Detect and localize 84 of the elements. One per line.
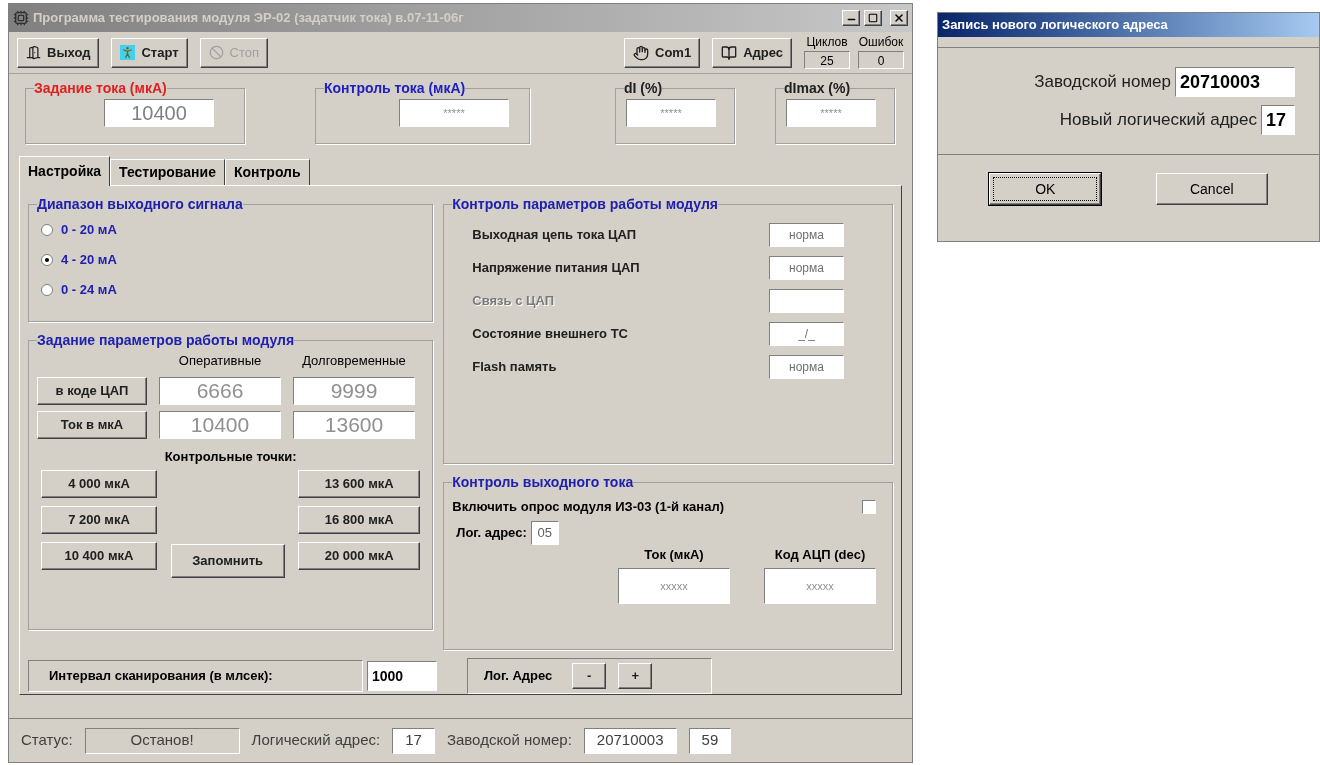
status-label: Статус: xyxy=(21,730,73,751)
tab[interactable]: Тестирование xyxy=(110,159,225,185)
toolbar-button[interactable]: Com1 xyxy=(624,37,701,68)
set-button[interactable]: в коде ЦАП xyxy=(37,376,147,405)
radio-label[interactable]: 4 - 20 мА xyxy=(61,250,117,270)
radio-button[interactable] xyxy=(41,284,53,296)
checkbox[interactable] xyxy=(862,499,876,514)
column-header: Долговременные xyxy=(301,352,407,370)
value-field[interactable] xyxy=(769,289,844,313)
tab[interactable]: Настройка xyxy=(19,156,111,186)
column-header: Ток (мкА) xyxy=(644,545,704,564)
close-button[interactable] xyxy=(890,10,908,26)
step-button[interactable]: + xyxy=(618,663,653,689)
checkpoint-button[interactable]: 16 800 мкА xyxy=(298,506,421,534)
radio-label[interactable]: 0 - 24 мА xyxy=(61,280,117,300)
group-title: dImax (%) xyxy=(784,79,851,98)
checkpoint-button[interactable]: 7 200 мкА xyxy=(41,506,157,534)
value-field[interactable]: 20710003 xyxy=(1175,67,1295,97)
group-title: Диапазон выходного сигнала xyxy=(37,195,243,214)
toolbar-button[interactable]: Адрес xyxy=(712,37,792,68)
radio-label[interactable]: 0 - 20 мА xyxy=(61,220,117,240)
parameter-label: Состояние внешнего ТС xyxy=(472,325,628,344)
minimize-button[interactable] xyxy=(842,10,860,26)
toolbar-button[interactable]: Выход xyxy=(17,37,100,68)
prohibited-icon xyxy=(208,45,224,60)
value-field[interactable]: 10400 xyxy=(104,99,214,127)
value-field[interactable]: 17 xyxy=(1261,105,1295,135)
group-title: dI (%) xyxy=(624,79,663,98)
toolbar-button[interactable]: Старт xyxy=(111,37,188,68)
group-title: Контроль параметров работы модуля xyxy=(452,195,718,214)
value-field[interactable]: норма xyxy=(769,256,844,280)
maximize-icon xyxy=(868,13,878,23)
checkpoints-label: Контрольные точки: xyxy=(163,447,298,466)
radio-button[interactable] xyxy=(41,224,53,236)
parameter-label: Связь с ЦАП xyxy=(472,292,555,311)
counter-value: 25 xyxy=(804,50,850,69)
counter-label: Циклов xyxy=(806,33,848,51)
hand-icon xyxy=(633,44,649,61)
group-title: Контроль тока (мкА) xyxy=(324,79,466,98)
checkpoint-button[interactable]: 4 000 мкА xyxy=(41,470,157,498)
group-title: Контроль выходного тока xyxy=(452,473,634,492)
status-value: Останов! xyxy=(84,727,240,754)
address-panel-label: Лог. Адрес xyxy=(484,667,553,686)
field-label: Новый логический адрес xyxy=(1059,109,1257,132)
value-field[interactable]: норма xyxy=(769,355,844,379)
interval-label: Интервал сканирования (в млсек): xyxy=(28,660,363,692)
checkpoint-button[interactable]: 20 000 мкА xyxy=(298,542,421,570)
door-icon xyxy=(26,45,41,60)
checkpoint-button[interactable]: 13 600 мкА xyxy=(298,470,421,498)
poll-label: Включить опрос модуля ИЗ-03 (1-й канал) xyxy=(452,498,724,516)
dialog-title: Запись нового логического адреса xyxy=(942,16,1168,35)
chip-icon xyxy=(13,10,29,26)
set-button[interactable]: Ток в мкА xyxy=(37,410,147,439)
parameter-label: Выходная цепь тока ЦАП xyxy=(472,226,637,245)
tab[interactable]: Контроль xyxy=(224,159,310,185)
value-field[interactable]: 1000 xyxy=(367,661,437,691)
radio-button[interactable] xyxy=(41,254,53,266)
parameter-label: Напряжение питания ЦАП xyxy=(472,259,640,278)
checkpoint-button[interactable]: 10 400 мкА xyxy=(41,542,157,570)
field-label: Заводской номер xyxy=(1034,71,1171,94)
status-value: 17 xyxy=(392,727,435,754)
status-label: Заводской номер: xyxy=(446,730,572,751)
person-icon xyxy=(120,45,136,60)
group-title: Задание тока (мкА) xyxy=(34,79,167,98)
counter-label: Ошибок xyxy=(858,33,904,51)
close-icon xyxy=(893,12,905,24)
value-field[interactable]: 05 xyxy=(530,520,559,545)
address-label: Лог. адрес: xyxy=(456,523,527,542)
group-title: Задание параметров работы модуля xyxy=(37,331,295,350)
parameter-label: Flash память xyxy=(472,358,557,377)
column-header: Оперативные xyxy=(177,352,263,370)
status-value: 20710003 xyxy=(583,727,677,754)
status-label: Логический адрес: xyxy=(251,730,381,751)
value-field[interactable]: _/_ xyxy=(769,322,844,346)
counter-value: 0 xyxy=(858,50,904,69)
dialog-button[interactable]: Cancel xyxy=(1155,173,1268,205)
maximize-button[interactable] xyxy=(864,10,882,26)
save-button[interactable]: Запомнить xyxy=(170,544,285,578)
book-icon xyxy=(721,44,738,61)
column-header: Код АЦП (dec) xyxy=(774,545,866,564)
value-field[interactable]: норма xyxy=(769,223,844,247)
dialog-button[interactable]: OK xyxy=(989,173,1102,205)
status-value: 59 xyxy=(688,727,732,754)
step-button[interactable]: - xyxy=(572,663,607,689)
